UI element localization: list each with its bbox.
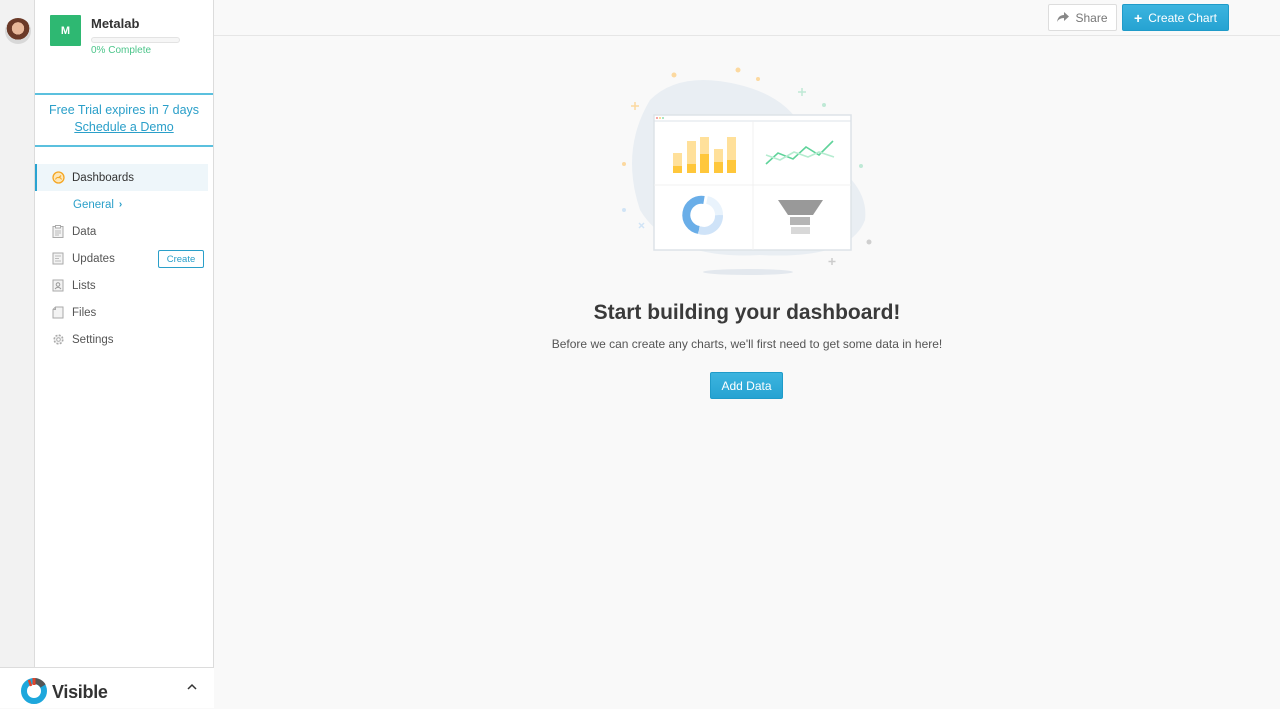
clipboard-icon (51, 225, 65, 239)
sidebar-item-dashboards[interactable]: Dashboards (35, 164, 208, 191)
share-arrow-icon (1057, 11, 1069, 25)
share-label: Share (1075, 11, 1107, 25)
setup-progress-bar (91, 37, 180, 43)
sidebar-item-label: Lists (72, 280, 96, 292)
file-icon (51, 306, 65, 320)
sidebar: M Metalab 0% Complete Free Trial expires… (35, 0, 214, 708)
share-button[interactable]: Share (1048, 4, 1117, 31)
sidebar-footer: Visible (0, 667, 214, 708)
empty-dashboard-illustration (610, 60, 880, 280)
create-update-button[interactable]: Create (158, 250, 204, 268)
organization-logo[interactable]: M (50, 15, 81, 46)
sidebar-item-label: Settings (72, 334, 114, 346)
sidebar-item-data[interactable]: Data (35, 218, 213, 245)
brand-name: Visible (52, 682, 108, 703)
updates-icon (51, 252, 65, 266)
sidebar-item-label: Dashboards (72, 172, 134, 184)
user-avatar[interactable] (5, 18, 31, 44)
trial-banner: Free Trial expires in 7 days Schedule a … (35, 93, 213, 147)
chevron-right-icon: › (119, 199, 122, 210)
brand[interactable]: Visible (20, 676, 108, 709)
contact-list-icon (51, 279, 65, 293)
chevron-up-icon[interactable] (185, 680, 201, 696)
setup-progress-label: 0% Complete (91, 45, 151, 56)
schedule-demo-link[interactable]: Schedule a Demo (74, 120, 173, 134)
dashboard-gauge-icon (51, 171, 65, 185)
plus-icon: + (1134, 10, 1142, 26)
app-rail (0, 0, 35, 708)
empty-state-title: Start building your dashboard! (214, 301, 1280, 325)
top-toolbar: Share + Create Chart (214, 0, 1280, 36)
create-chart-button[interactable]: + Create Chart (1122, 4, 1229, 31)
sidebar-item-label: Updates (72, 253, 115, 265)
create-chart-label: Create Chart (1148, 11, 1217, 25)
gear-icon (51, 333, 65, 347)
add-data-button[interactable]: Add Data (710, 372, 783, 399)
sidebar-item-files[interactable]: Files (35, 299, 213, 326)
trial-message: Free Trial expires in 7 days (35, 103, 213, 117)
sidebar-item-settings[interactable]: Settings (35, 326, 213, 353)
sidebar-item-updates[interactable]: Updates Create (35, 245, 213, 272)
sidebar-nav: Dashboards General › Data Updates Create… (35, 164, 213, 353)
sidebar-subitem-label: General (73, 199, 114, 211)
sidebar-item-label: Files (72, 307, 96, 319)
visible-logo-icon (20, 676, 48, 709)
sidebar-subitem-general[interactable]: General › (35, 191, 213, 218)
organization-name[interactable]: Metalab (91, 16, 139, 31)
sidebar-item-lists[interactable]: Lists (35, 272, 213, 299)
sidebar-item-label: Data (72, 226, 96, 238)
illustration-shadow (703, 269, 793, 275)
empty-state-message: Before we can create any charts, we'll f… (214, 337, 1280, 351)
